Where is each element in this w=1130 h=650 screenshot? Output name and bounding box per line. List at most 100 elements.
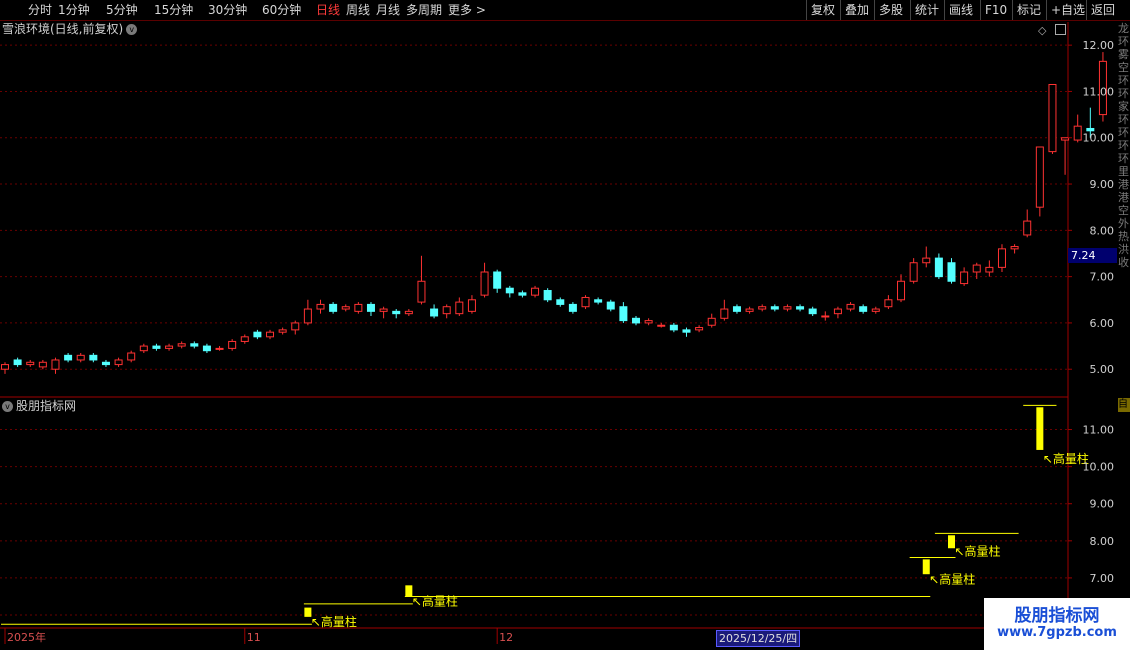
crosshair-date-tag: 2025/12/25/四	[716, 630, 801, 647]
candle-body	[392, 310, 401, 315]
candle-body	[947, 262, 956, 282]
candle-body	[430, 308, 439, 317]
watermark-title: 股朋指标网	[1014, 606, 1100, 626]
candle-body	[354, 303, 363, 312]
candle-body	[64, 354, 73, 361]
candle-body	[240, 336, 249, 342]
watermark: 股朋指标网 www.7gpzb.com	[984, 598, 1130, 650]
candle-body	[278, 329, 287, 333]
candle-body	[1, 364, 9, 370]
candle-body	[934, 257, 943, 278]
candle-body	[303, 308, 312, 324]
indicator-tick-label: 7.00	[1090, 572, 1115, 585]
candle-body	[455, 301, 464, 315]
candle-body	[770, 306, 779, 310]
candle-body	[467, 299, 476, 312]
candle-body	[1073, 125, 1082, 141]
candle-body	[884, 299, 893, 308]
candle-body	[152, 345, 161, 349]
indicator-series: ↖高量柱↖高量柱↖高量柱↖高量柱↖高量柱	[1, 404, 1089, 629]
current-price-tag: 7.24	[1068, 248, 1117, 263]
price-tick-label: 11.00	[1083, 85, 1115, 98]
volume-spike-bar	[1036, 407, 1044, 450]
kline-chart[interactable]: ↖高量柱↖高量柱↖高量柱↖高量柱↖高量柱 12.0011.0010.009.00…	[0, 0, 1130, 650]
candle-body	[897, 280, 906, 301]
candle-body	[190, 343, 199, 347]
candle-body	[972, 264, 981, 273]
candle-body	[556, 299, 565, 305]
candle-body	[531, 287, 540, 296]
candle-body	[833, 308, 842, 315]
candle-body	[366, 303, 375, 312]
x-tick-label: 11	[247, 631, 261, 644]
candle-body	[732, 306, 741, 312]
candle-body	[76, 354, 85, 361]
candle-body	[997, 248, 1006, 268]
candle-body	[682, 329, 691, 333]
candle-body	[859, 306, 868, 312]
candle-body	[38, 361, 47, 368]
candle-body	[821, 315, 830, 318]
volume-spike-label: ↖高量柱	[412, 594, 458, 609]
candle-body	[13, 359, 22, 366]
indicator-tick-label: 11.00	[1083, 424, 1115, 437]
candle-body	[1086, 127, 1095, 132]
candle-body	[568, 303, 577, 312]
candle-body	[1048, 84, 1057, 153]
candle-body	[518, 292, 527, 296]
candle-body	[720, 308, 729, 319]
candle-body	[253, 331, 262, 338]
candle-body	[543, 290, 552, 301]
price-tick-label: 9.00	[1090, 178, 1115, 191]
indicator-tick-label: 8.00	[1090, 535, 1115, 548]
candle-body	[909, 262, 918, 282]
candle-body	[139, 345, 148, 352]
price-tick-label: 12.00	[1083, 39, 1115, 52]
candle-body	[480, 271, 489, 296]
candle-body	[695, 327, 704, 331]
candle-body	[316, 303, 325, 310]
candle-body	[594, 299, 603, 303]
candle-body	[960, 271, 969, 285]
indicator-axis-tag: 自	[1118, 398, 1130, 412]
candle-body	[922, 257, 931, 264]
volume-spike-label: ↖高量柱	[955, 544, 1001, 559]
candle-body	[442, 306, 451, 315]
candle-body	[1010, 246, 1019, 250]
candle-body	[379, 308, 388, 312]
candle-body	[51, 359, 60, 370]
candle-body	[1023, 220, 1032, 236]
chart-axes: 12.00 11.00 10.00 9.00 8.00 7.00 6.00 5.00 11.00…	[4, 39, 1115, 644]
candle-body	[745, 308, 754, 312]
price-tick-label: 6.00	[1090, 317, 1115, 330]
candle-body	[619, 306, 628, 322]
price-tick-label: 7.00	[1090, 271, 1115, 284]
candle-body	[202, 345, 211, 352]
candle-body	[758, 306, 767, 310]
x-tick-label: 2025年	[7, 630, 46, 644]
price-tick-label: 10.00	[1083, 132, 1115, 145]
candle-body	[101, 361, 110, 366]
right-sidebar-text: 龙环雾空环环家环环环环里港港空外热洪收	[1118, 22, 1129, 269]
candle-body	[291, 322, 300, 331]
chart-grid	[0, 22, 1130, 629]
candle-body	[329, 303, 338, 312]
candle-body	[1061, 137, 1070, 141]
candle-body	[127, 352, 136, 361]
candle-body	[783, 306, 792, 310]
price-tick-label: 5.00	[1090, 363, 1115, 376]
candle-body	[215, 347, 224, 350]
candle-body	[1035, 146, 1044, 208]
volume-spike-label: ↖高量柱	[311, 614, 357, 629]
candle-body	[606, 301, 615, 310]
candle-body	[404, 310, 413, 315]
candle-body	[114, 359, 123, 366]
price-tick-label: 8.00	[1090, 224, 1115, 237]
candle-body	[657, 324, 666, 327]
candle-body	[669, 324, 678, 331]
candle-body	[228, 340, 237, 349]
candle-body	[493, 271, 502, 289]
volume-spike-label: ↖高量柱	[929, 571, 975, 586]
candle-body	[177, 343, 186, 347]
indicator-tick-label: 9.00	[1090, 498, 1115, 511]
